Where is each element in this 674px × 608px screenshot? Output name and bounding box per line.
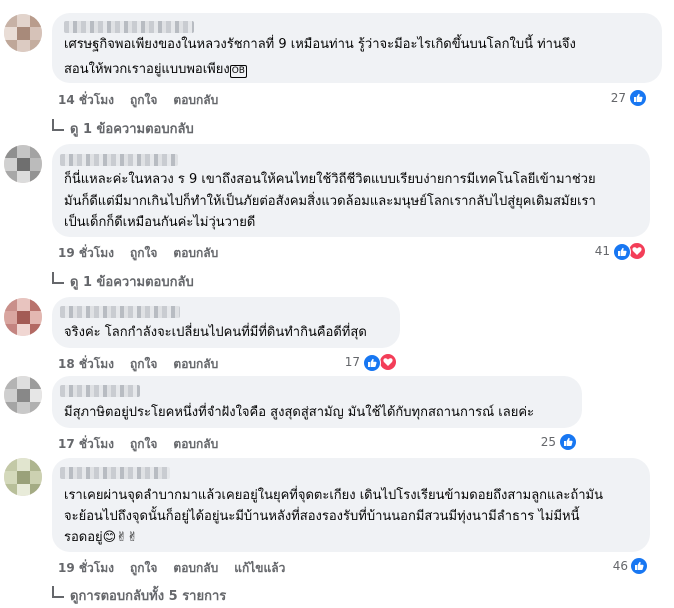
like-reaction-icon[interactable] [363,354,381,372]
comment-actions: 14 ชั่วโมง ถูกใจ ตอบกลับ [58,91,234,110]
comment-actions: 19 ชั่วโมง ถูกใจ ตอบกลับ แก้ไขแล้ว [58,559,301,578]
reply-arrow-icon [52,586,64,598]
reply-button[interactable]: ตอบกลับ [173,561,218,575]
avatar[interactable] [4,14,42,52]
timestamp: 19 ชั่วโมง [58,246,114,260]
comment-line: สอนให้พวกเราอยู่แบบพอเพียง OB [64,62,247,78]
comment-actions: 18 ชั่วโมง ถูกใจ ตอบกลับ [58,355,234,374]
like-reaction-icon[interactable] [613,243,631,261]
emoji: 😊✌✌ [102,530,139,545]
like-button[interactable]: ถูกใจ [130,437,157,451]
comment-line: เศรษฐกิจพอเพียงของในหลวงรัชกาลที่ 9 เหมื… [64,37,576,52]
commenter-name[interactable] [60,306,180,318]
comment-line: เป็นเด็กก็ดีเหมือนกันค่ะไม่วุ่นวายดี [64,215,256,230]
like-button[interactable]: ถูกใจ [130,93,157,107]
comment-line: จริงค่ะ โลกกำลังจะเปลี่ยนไปคนที่มีที่ดิน… [64,325,367,340]
avatar[interactable] [4,458,42,496]
edited-label: แก้ไขแล้ว [234,561,286,575]
reply-button[interactable]: ตอบกลับ [173,437,218,451]
comment-bubble: เราเคยผ่านจุดลำบากมาแล้วเคยอยู่ในยุคที่จ… [52,458,650,552]
avatar[interactable] [4,298,42,336]
comment-line: มีสุภาษิตอยู่ประโยคหนึ่งที่จำฝังใจคือ สู… [64,405,534,420]
comment-bubble: จริงค่ะ โลกกำลังจะเปลี่ยนไปคนที่มีที่ดิน… [52,297,400,348]
timestamp: 17 ชั่วโมง [58,437,114,451]
comment-line: รอดอยู่😊✌✌ [64,525,138,550]
reaction-count[interactable]: 27 [604,91,626,105]
sticker: OB [229,65,247,78]
comment-bubble: มีสุภาษิตอยู่ประโยคหนึ่งที่จำฝังใจคือ สู… [52,376,582,428]
commenter-name[interactable] [60,154,178,166]
avatar[interactable] [4,145,42,183]
commenter-name[interactable] [60,385,140,397]
like-button[interactable]: ถูกใจ [130,561,157,575]
love-reaction-icon[interactable] [380,354,396,370]
like-reaction-icon[interactable] [560,434,576,450]
reply-arrow-icon [52,119,64,131]
reply-button[interactable]: ตอบกลับ [173,357,218,371]
commenter-name[interactable] [60,467,170,479]
avatar[interactable] [4,376,42,414]
timestamp: 19 ชั่วโมง [58,561,114,575]
love-reaction-icon[interactable] [629,243,645,259]
reaction-count[interactable]: 46 [604,559,628,573]
reaction-count[interactable]: 25 [532,435,556,449]
like-button[interactable]: ถูกใจ [130,246,157,260]
reaction-count[interactable]: 17 [336,355,360,369]
timestamp: 18 ชั่วโมง [58,357,114,371]
like-reaction-icon[interactable] [630,90,646,106]
reaction-count[interactable]: 41 [586,244,610,258]
view-replies-link[interactable]: ดู 1 ข้อความตอบกลับ [52,118,194,139]
comment-actions: 19 ชั่วโมง ถูกใจ ตอบกลับ [58,244,234,263]
comment-bubble: เศรษฐกิจพอเพียงของในหลวงรัชกาลที่ 9 เหมื… [52,13,662,83]
timestamp: 14 ชั่วโมง [58,93,114,107]
reply-button[interactable]: ตอบกลับ [173,246,218,260]
comment-bubble: ก็นี่แหละค่ะในหลวง ร 9 เขาถึงสอนให้คนไทย… [52,144,650,237]
view-replies-link[interactable]: ดู 1 ข้อความตอบกลับ [52,271,194,292]
like-button[interactable]: ถูกใจ [130,357,157,371]
comment-line: จะย้อนไปถึงจุดนั้นก็อยู่ได้อยู่นะมีบ้านห… [64,509,580,524]
like-reaction-icon[interactable] [631,558,647,574]
comment-actions: 17 ชั่วโมง ถูกใจ ตอบกลับ [58,435,234,454]
view-all-replies-link[interactable]: ดูการตอบกลับทั้ง 5 รายการ [52,585,226,606]
reply-arrow-icon [52,272,64,284]
reply-button[interactable]: ตอบกลับ [173,93,218,107]
